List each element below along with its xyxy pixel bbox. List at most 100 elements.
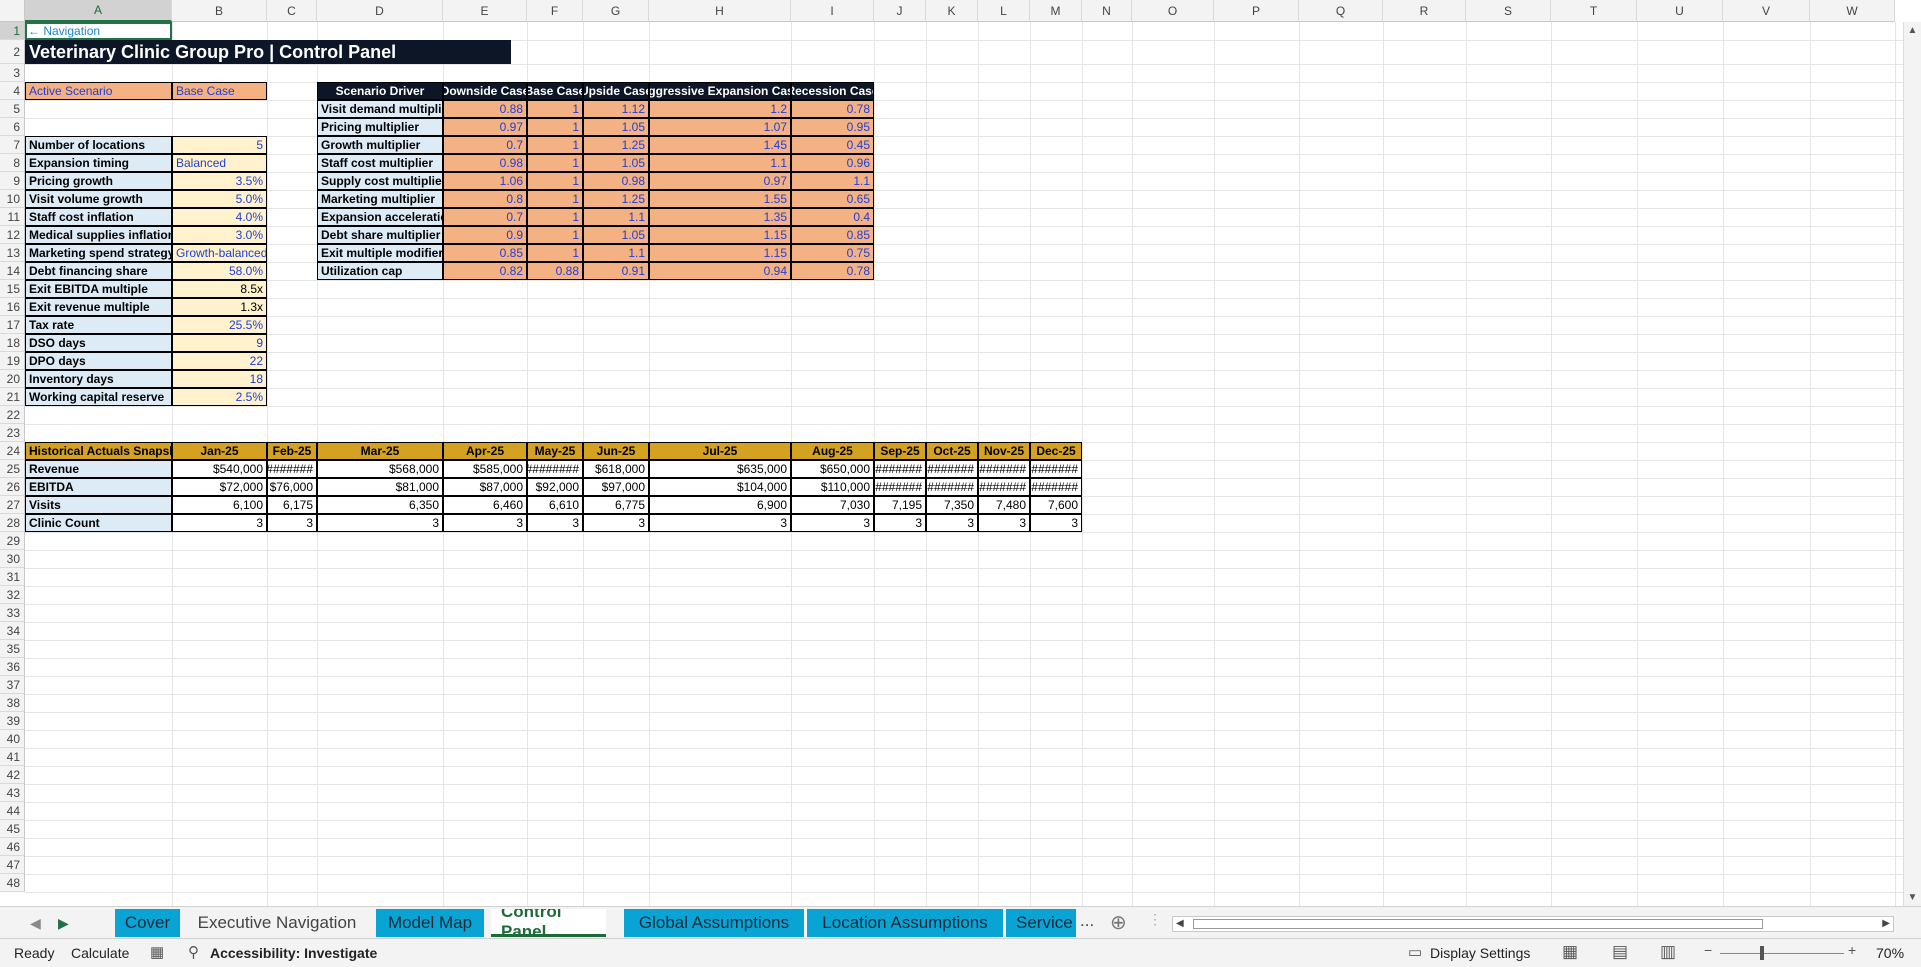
- historical-value[interactable]: $76,000: [267, 478, 317, 496]
- historical-value[interactable]: 7,600: [1030, 496, 1082, 514]
- historical-value[interactable]: 3: [443, 514, 527, 532]
- historical-value[interactable]: #######: [1030, 460, 1082, 478]
- column-header[interactable]: G: [583, 0, 649, 22]
- row-header[interactable]: 37: [0, 676, 25, 694]
- historical-value[interactable]: $72,000: [172, 478, 267, 496]
- display-settings-icon[interactable]: ▭: [1408, 943, 1422, 961]
- historical-value[interactable]: #######: [978, 460, 1030, 478]
- row-header[interactable]: 48: [0, 874, 25, 892]
- row-header[interactable]: 25: [0, 460, 25, 478]
- scenario-value[interactable]: 1.25: [583, 190, 649, 208]
- historical-value[interactable]: 6,175: [267, 496, 317, 514]
- row-header[interactable]: 9: [0, 172, 25, 190]
- historical-value[interactable]: $81,000: [317, 478, 443, 496]
- scenario-value[interactable]: 0.7: [443, 208, 527, 226]
- historical-value[interactable]: 3: [1030, 514, 1082, 532]
- scenario-value[interactable]: 1.55: [649, 190, 791, 208]
- scenario-value[interactable]: 0.88: [443, 100, 527, 118]
- input-value[interactable]: Growth-balanced: [172, 244, 267, 262]
- scenario-value[interactable]: 1.05: [583, 226, 649, 244]
- historical-value[interactable]: $585,000: [443, 460, 527, 478]
- row-header[interactable]: 10: [0, 190, 25, 208]
- column-header[interactable]: M: [1030, 0, 1082, 22]
- row-header[interactable]: 11: [0, 208, 25, 226]
- scenario-value[interactable]: 1.05: [583, 118, 649, 136]
- zoom-slider-track[interactable]: [1720, 953, 1844, 954]
- input-value[interactable]: 1.3x: [172, 298, 267, 316]
- column-header[interactable]: N: [1082, 0, 1132, 22]
- historical-value[interactable]: 3: [791, 514, 874, 532]
- historical-value[interactable]: $110,000: [791, 478, 874, 496]
- scenario-value[interactable]: 1: [527, 244, 583, 262]
- row-header[interactable]: 6: [0, 118, 25, 136]
- column-header[interactable]: C: [267, 0, 317, 22]
- hscroll-right-icon[interactable]: ▶: [1882, 918, 1890, 929]
- row-header[interactable]: 41: [0, 748, 25, 766]
- row-header[interactable]: 2: [0, 40, 25, 64]
- scenario-value[interactable]: 0.75: [791, 244, 874, 262]
- macro-recording-icon[interactable]: ▦: [150, 943, 164, 961]
- scenario-value[interactable]: 1.25: [583, 136, 649, 154]
- scenario-value[interactable]: 1.1: [583, 244, 649, 262]
- scenario-value[interactable]: 1: [527, 100, 583, 118]
- historical-value[interactable]: #######: [1030, 478, 1082, 496]
- historical-value[interactable]: $97,000: [583, 478, 649, 496]
- historical-value[interactable]: 3: [527, 514, 583, 532]
- tab-location-assumptions[interactable]: Location Assumptions: [807, 909, 1003, 937]
- row-header[interactable]: 29: [0, 532, 25, 550]
- scenario-value[interactable]: 0.96: [791, 154, 874, 172]
- scenario-value[interactable]: 0.7: [443, 136, 527, 154]
- input-value[interactable]: 25.5%: [172, 316, 267, 334]
- historical-value[interactable]: 6,350: [317, 496, 443, 514]
- scenario-value[interactable]: 1.2: [649, 100, 791, 118]
- tab-splitter-icon[interactable]: ⋮: [1148, 911, 1162, 928]
- historical-value[interactable]: 6,610: [527, 496, 583, 514]
- tab-service[interactable]: Service: [1006, 909, 1076, 937]
- scenario-value[interactable]: 0.4: [791, 208, 874, 226]
- input-value[interactable]: 5: [172, 136, 267, 154]
- historical-value[interactable]: 6,775: [583, 496, 649, 514]
- scenario-value[interactable]: 0.65: [791, 190, 874, 208]
- row-header[interactable]: 42: [0, 766, 25, 784]
- tab-control-panel[interactable]: Control Panel: [491, 909, 606, 937]
- input-value[interactable]: 22: [172, 352, 267, 370]
- column-header[interactable]: W: [1810, 0, 1895, 22]
- row-header[interactable]: 30: [0, 550, 25, 568]
- scenario-value[interactable]: 0.98: [583, 172, 649, 190]
- historical-value[interactable]: $568,000: [317, 460, 443, 478]
- row-header[interactable]: 1: [0, 22, 25, 40]
- scenario-value[interactable]: 1: [527, 136, 583, 154]
- historical-value[interactable]: 3: [978, 514, 1030, 532]
- historical-value[interactable]: $92,000: [527, 478, 583, 496]
- scenario-value[interactable]: 0.97: [649, 172, 791, 190]
- scroll-up-icon[interactable]: ▲: [1904, 22, 1921, 39]
- scenario-value[interactable]: 1.15: [649, 244, 791, 262]
- spreadsheet-grid[interactable]: A B C D E F G H I J K L M N O P Q R S T U V W 1 2 3 4 5 6 7 8 9 10 11 12 13…: [0, 0, 1921, 906]
- tab-scroll-left-icon[interactable]: ◀: [30, 915, 41, 932]
- row-header[interactable]: 12: [0, 226, 25, 244]
- more-tabs-ellipsis[interactable]: ...: [1080, 911, 1094, 931]
- tab-global-assumptions[interactable]: Global Assumptions: [624, 909, 804, 937]
- input-value[interactable]: 5.0%: [172, 190, 267, 208]
- row-header[interactable]: 5: [0, 100, 25, 118]
- row-header[interactable]: 17: [0, 316, 25, 334]
- column-header[interactable]: E: [443, 0, 527, 22]
- input-value[interactable]: 3.5%: [172, 172, 267, 190]
- historical-value[interactable]: 3: [874, 514, 926, 532]
- scenario-value[interactable]: 1.1: [583, 208, 649, 226]
- row-header[interactable]: 14: [0, 262, 25, 280]
- column-header[interactable]: B: [172, 0, 267, 22]
- row-header[interactable]: 35: [0, 640, 25, 658]
- row-header[interactable]: 27: [0, 496, 25, 514]
- scenario-value[interactable]: 1: [527, 118, 583, 136]
- scenario-value[interactable]: 0.8: [443, 190, 527, 208]
- column-header[interactable]: F: [527, 0, 583, 22]
- hscroll-left-icon[interactable]: ◀: [1176, 918, 1184, 929]
- tab-model-map[interactable]: Model Map: [376, 909, 484, 937]
- historical-value[interactable]: $87,000: [443, 478, 527, 496]
- zoom-in-icon[interactable]: +: [1848, 942, 1856, 958]
- scenario-value[interactable]: 1.45: [649, 136, 791, 154]
- historical-value[interactable]: 3: [649, 514, 791, 532]
- historical-value[interactable]: 3: [317, 514, 443, 532]
- row-header[interactable]: 4: [0, 82, 25, 100]
